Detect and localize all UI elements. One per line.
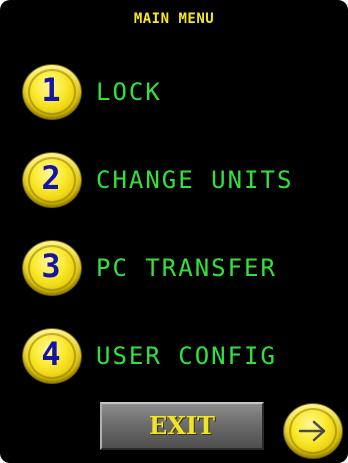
menu-item-lock[interactable]: 1 LOCK xyxy=(22,64,342,120)
number-label-1: 1 xyxy=(41,71,61,109)
page-title: MAIN MENU xyxy=(133,11,215,27)
exit-button[interactable]: EXIT xyxy=(100,402,264,450)
menu-item-label-user-config[interactable]: USER CONFIG xyxy=(96,339,277,373)
menu-item-user-config[interactable]: 4 USER CONFIG xyxy=(22,328,342,384)
number-label-2: 2 xyxy=(41,159,61,197)
menu-item-change-units[interactable]: 2 CHANGE UNITS xyxy=(22,152,342,208)
menu-item-pc-transfer[interactable]: 3 PC TRANSFER xyxy=(22,240,342,296)
next-button[interactable] xyxy=(283,403,343,459)
menu-item-label-pc-transfer[interactable]: PC TRANSFER xyxy=(96,251,277,285)
number-label-4: 4 xyxy=(41,335,61,373)
arrow-right-icon xyxy=(298,420,326,442)
menu-item-label-lock[interactable]: LOCK xyxy=(96,75,162,109)
number-label-3: 3 xyxy=(41,247,61,285)
main-menu-screen: MAIN MENU 1 LOCK 2 CHANGE UNITS 3 PC TRA… xyxy=(0,0,348,463)
menu-item-label-change-units[interactable]: CHANGE UNITS xyxy=(96,163,293,197)
exit-button-label: EXIT xyxy=(149,411,215,440)
